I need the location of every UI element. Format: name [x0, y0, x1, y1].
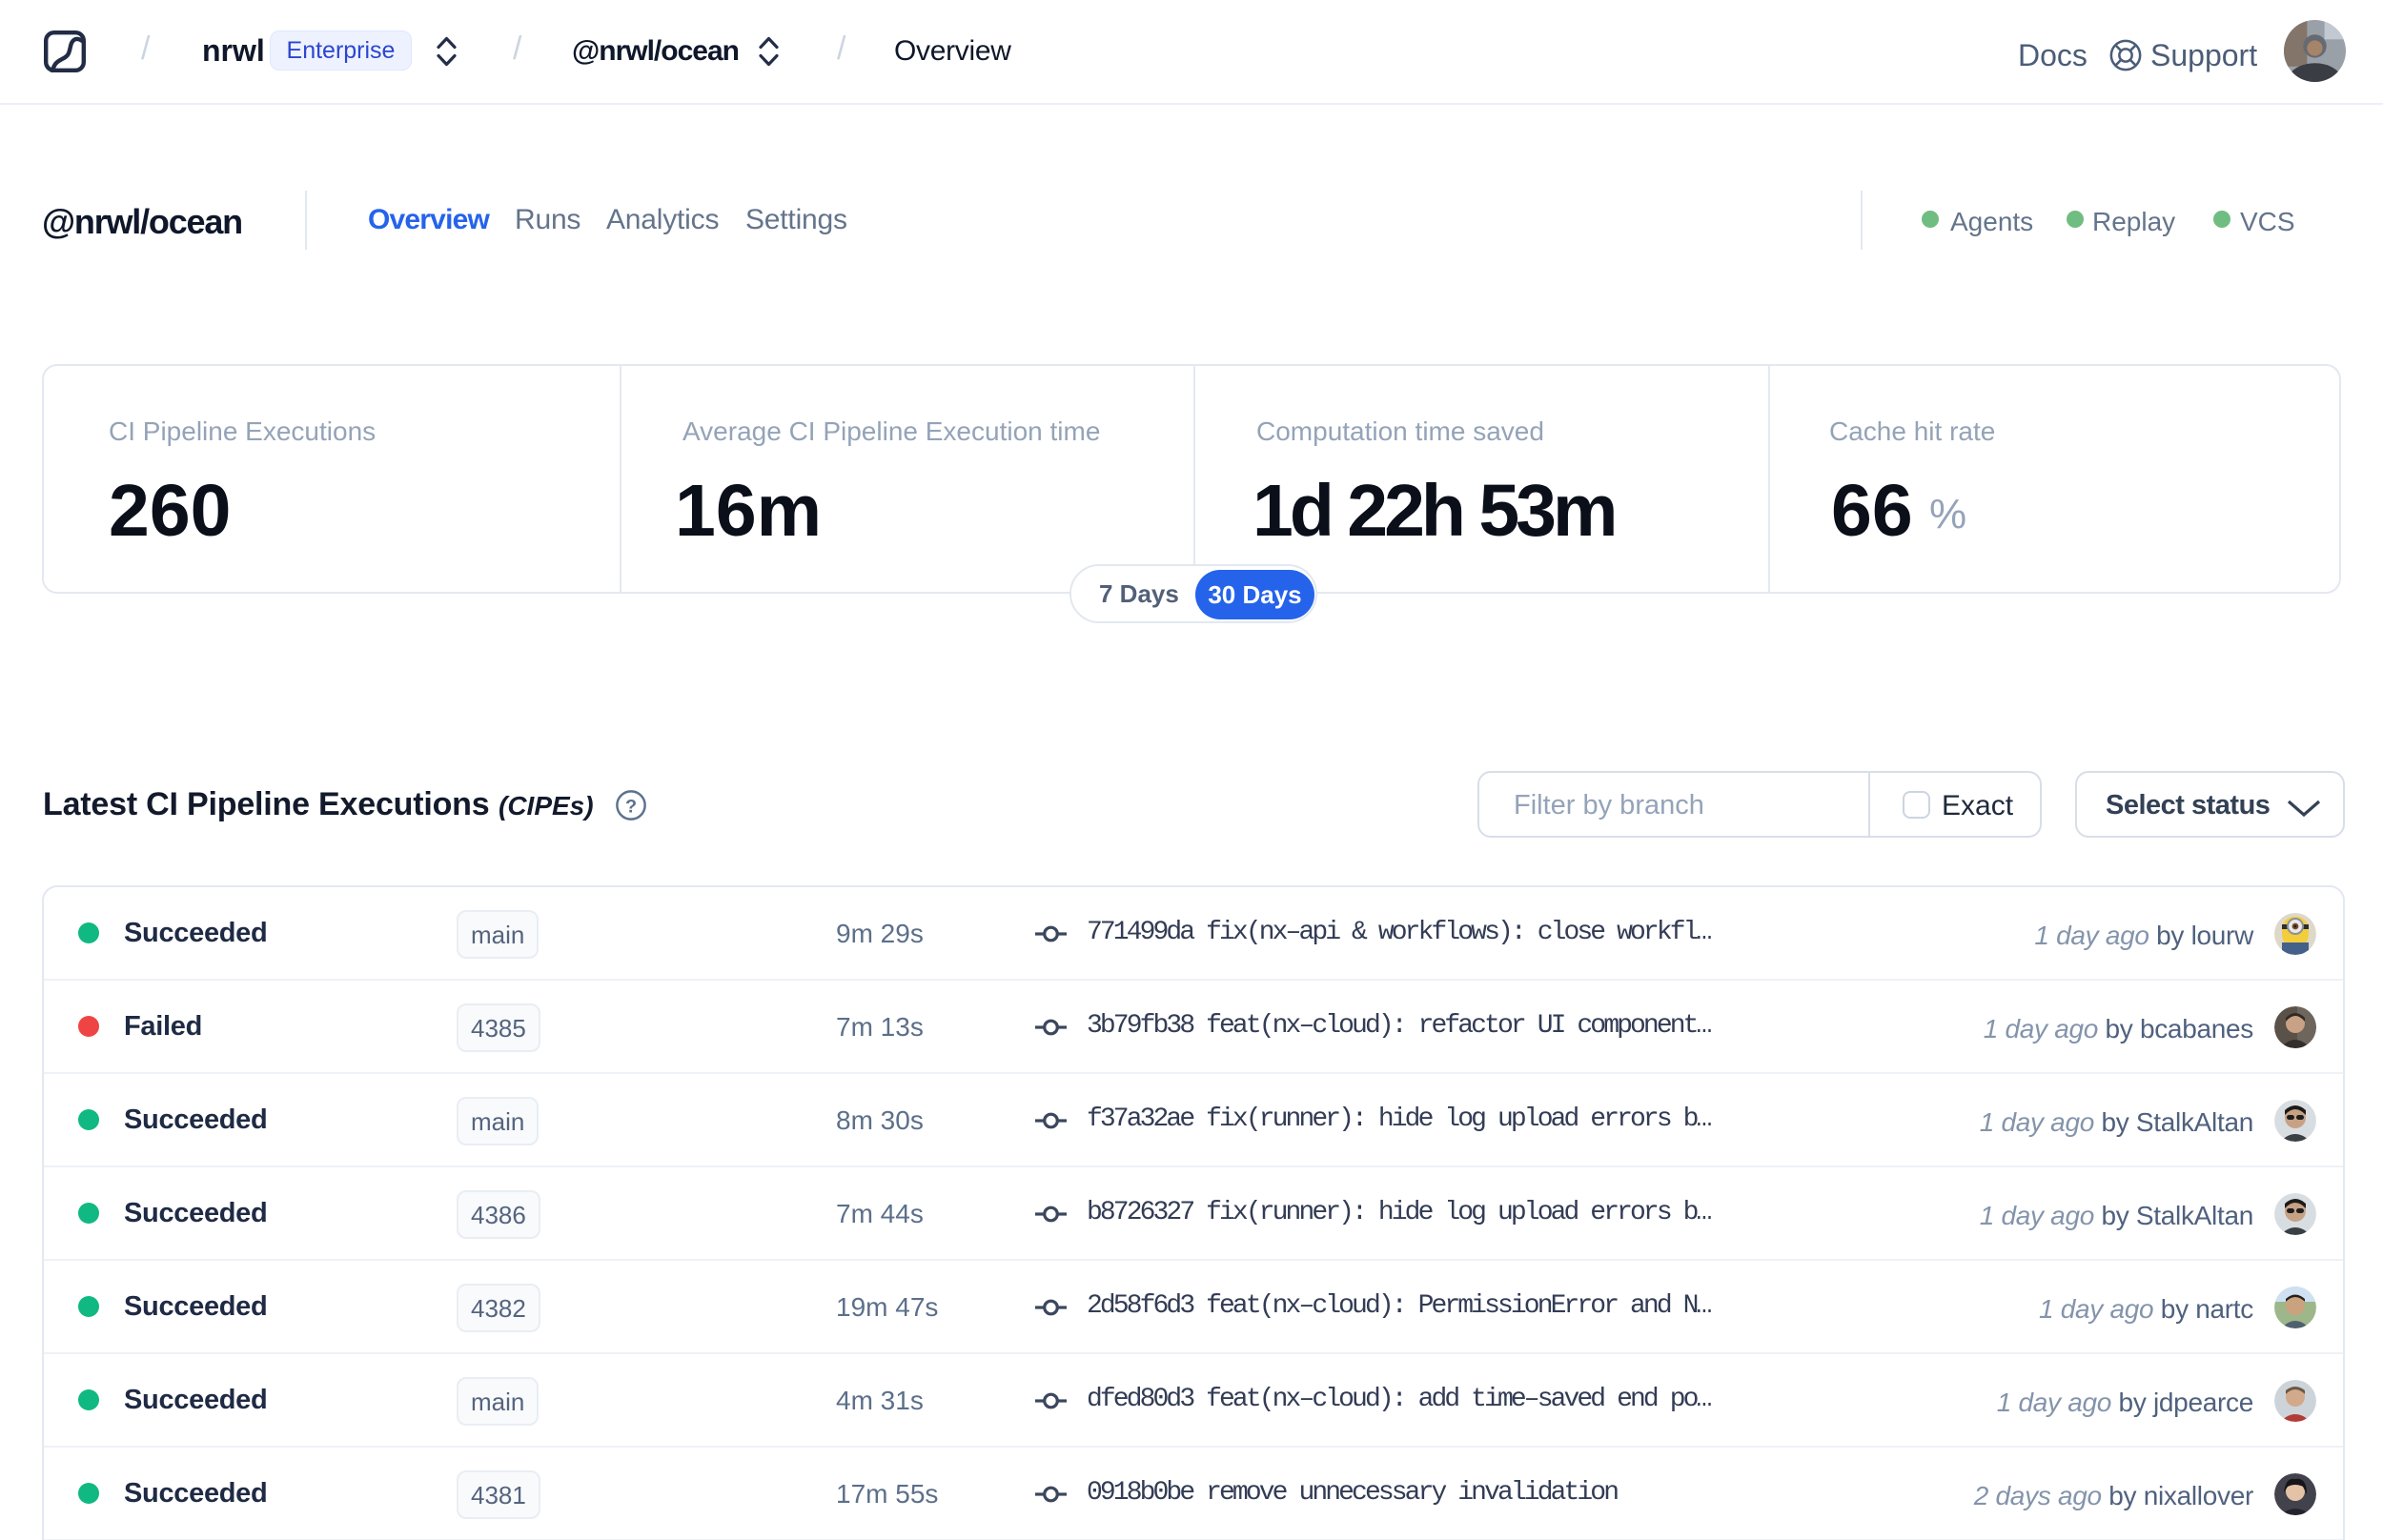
svg-text:?: ? [625, 797, 637, 818]
